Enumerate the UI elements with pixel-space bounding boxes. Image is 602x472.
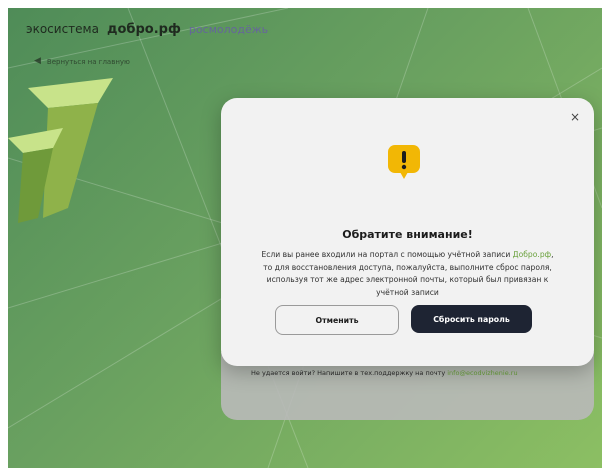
- modal-message: Если вы ранее входили на портал с помощь…: [257, 249, 558, 299]
- brand-dobro: добро.рф: [106, 22, 181, 37]
- notice-modal: × Обратите внимание! Если вы ранее входи…: [221, 98, 594, 366]
- chevron-logo-icon: [8, 78, 113, 223]
- brand[interactable]: экосистема добро.рф росмолодёжь: [26, 22, 268, 37]
- message-text-start: Если вы ранее входили на портал с помощь…: [261, 250, 513, 259]
- support-message: Не удается войти? Напишите в тех.поддерж…: [251, 369, 448, 377]
- support-email-link[interactable]: info@ecodvizhenie.ru: [447, 369, 517, 377]
- back-link-label: Вернуться на главную: [46, 57, 130, 66]
- cancel-button[interactable]: Отменить: [275, 305, 399, 335]
- support-text: Не удается войти? Напишите в тех.поддерж…: [251, 369, 518, 377]
- back-link[interactable]: ◀ Вернуться на главную: [34, 57, 130, 66]
- back-arrow-icon: ◀: [34, 56, 41, 66]
- brand-rosmolodezh: росмолодёжь: [188, 23, 269, 36]
- reset-password-button[interactable]: Сбросить пароль: [411, 305, 532, 333]
- brand-ecosystem: экосистема: [26, 22, 99, 36]
- modal-title: Обратите внимание!: [342, 228, 473, 241]
- warning-icon: [388, 145, 420, 179]
- close-icon[interactable]: ×: [570, 110, 580, 124]
- dobro-link[interactable]: Добро.рф: [513, 250, 551, 259]
